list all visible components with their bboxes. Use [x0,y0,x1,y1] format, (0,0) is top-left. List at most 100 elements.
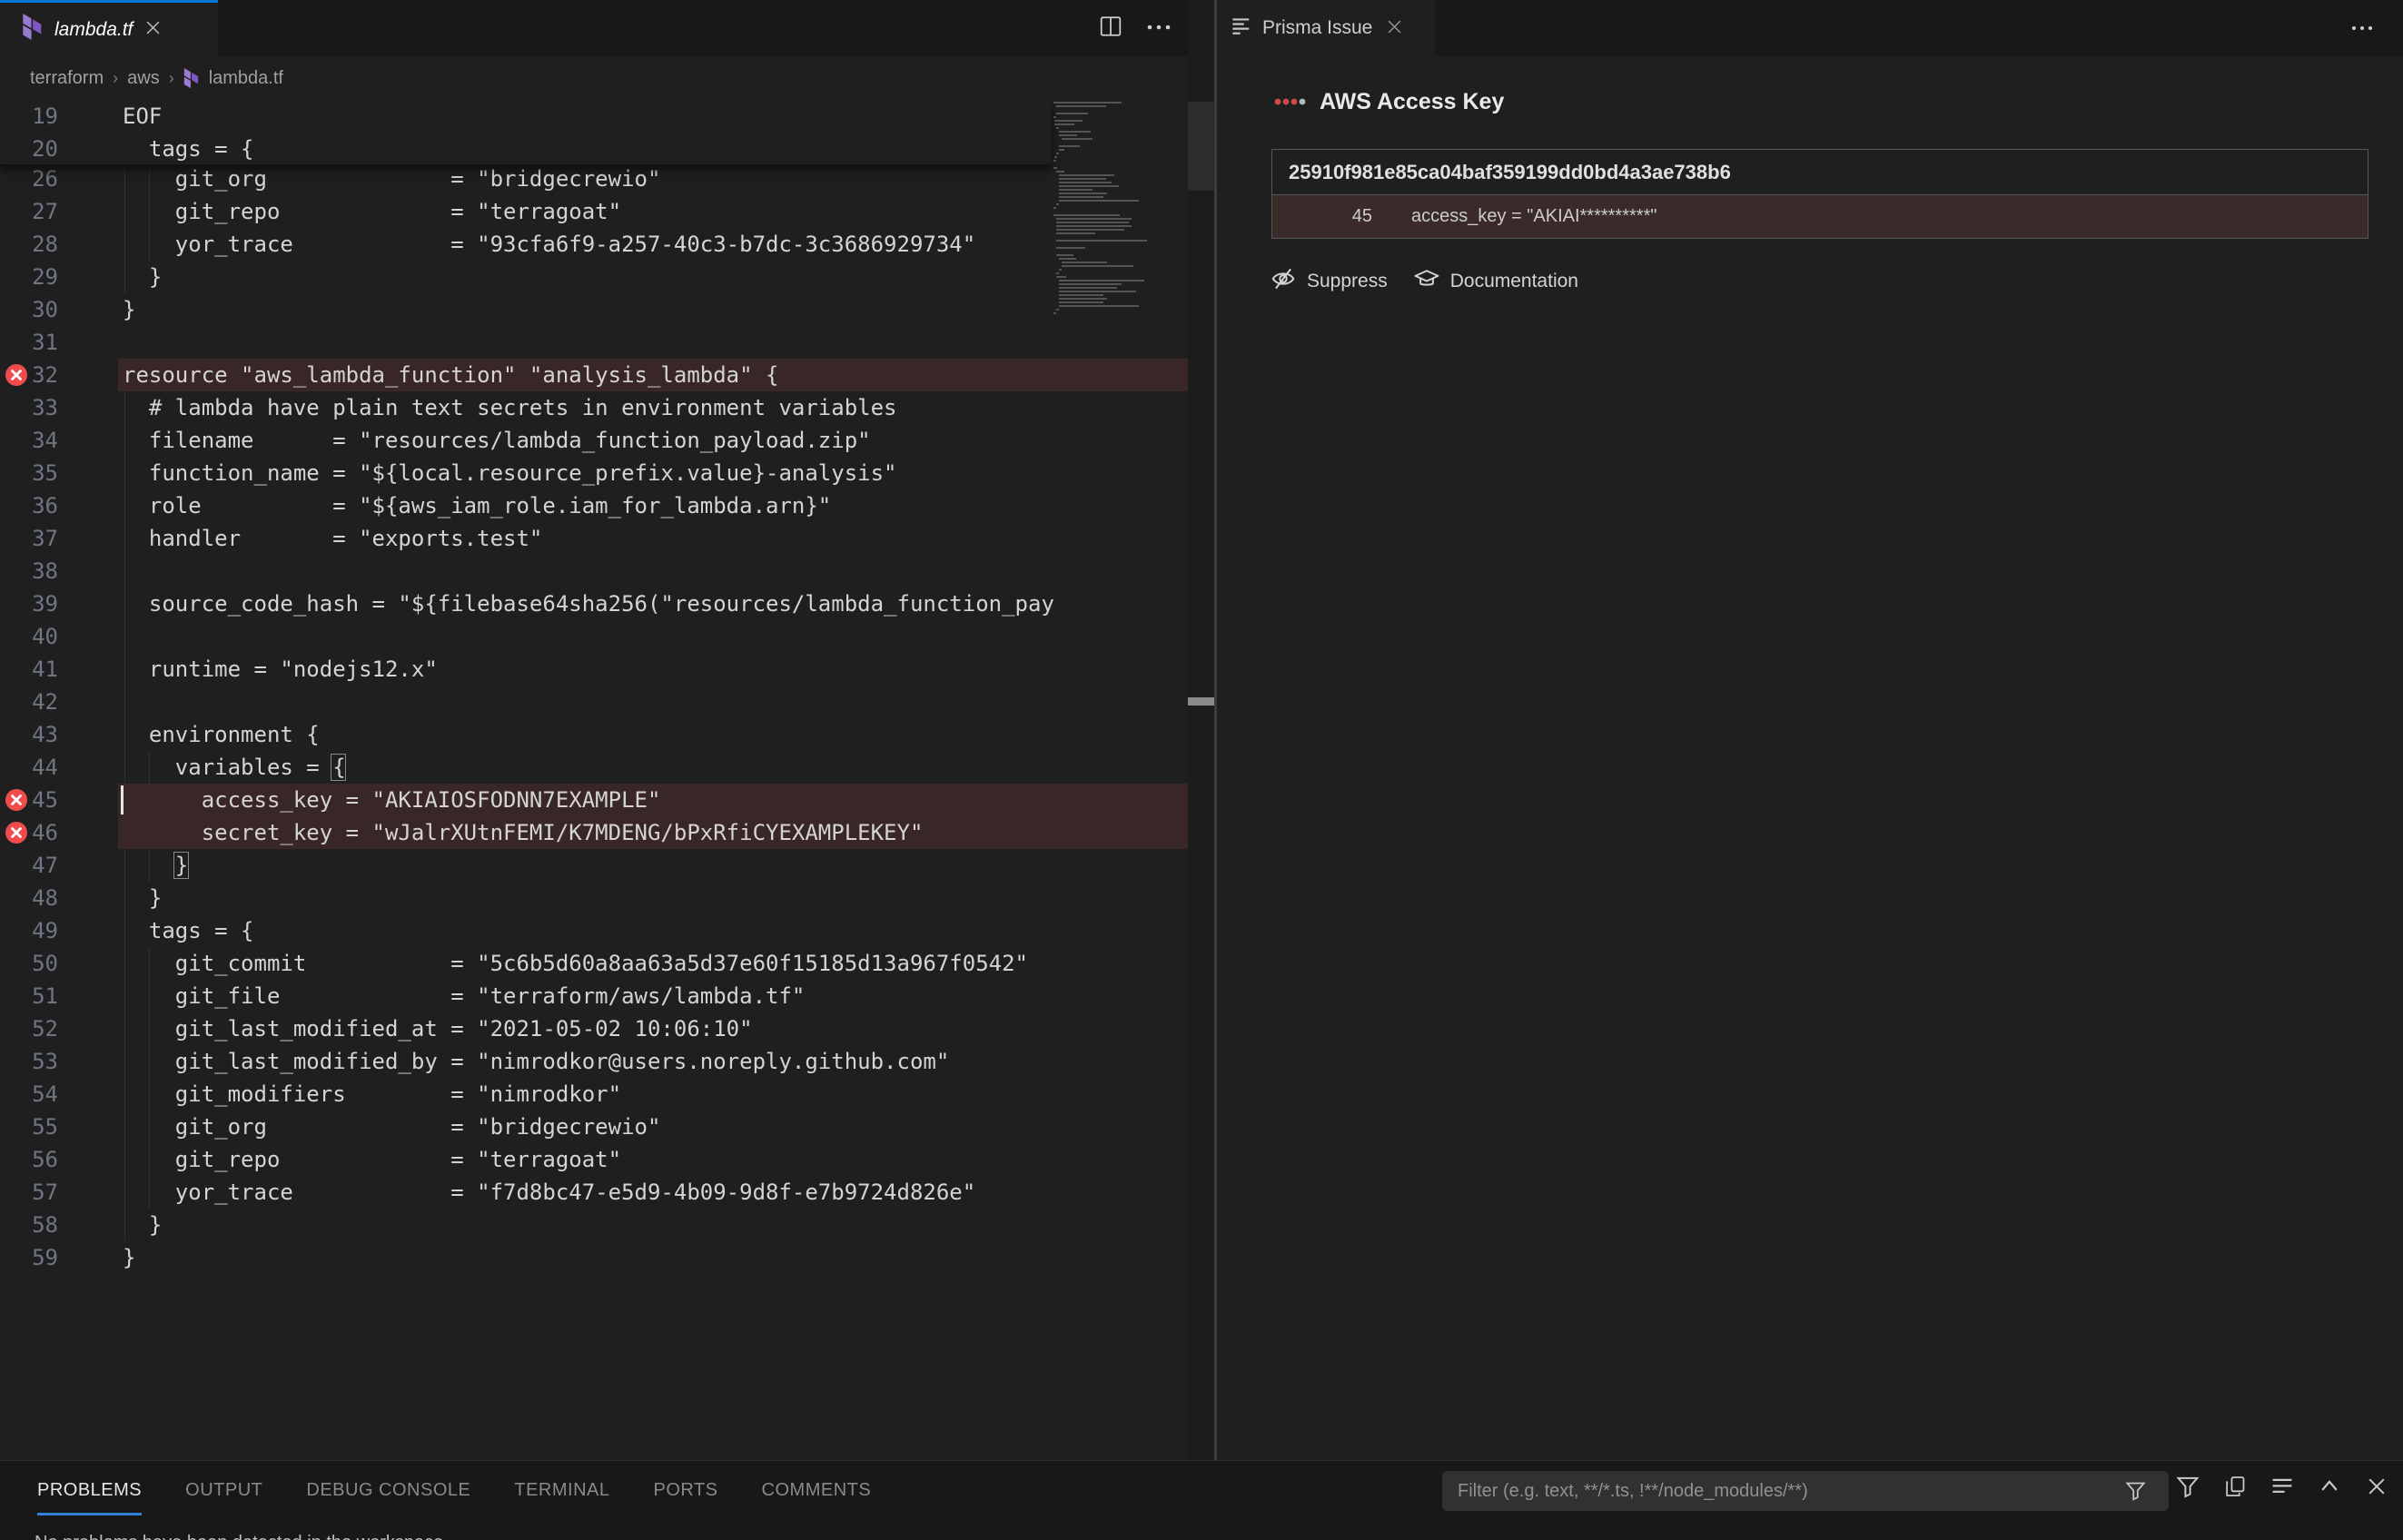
panel-tab-output[interactable]: OUTPUT [185,1466,262,1515]
code-line-30[interactable]: 30} [0,293,1188,326]
code-line-37[interactable]: 37 handler = "exports.test" [0,522,1188,555]
code-line-33[interactable]: 33 # lambda have plain text secrets in e… [0,391,1188,424]
code-line-41[interactable]: 41 runtime = "nodejs12.x" [0,653,1188,686]
scrollbar-slider[interactable] [1188,102,1214,191]
code-text: } [123,882,162,914]
minimap-line [1059,301,1103,303]
code-editor[interactable]: 26 git_org = "bridgecrewio"27 git_repo =… [0,0,1188,1460]
code-line-43[interactable]: 43 environment { [0,718,1188,751]
code-line-40[interactable]: 40 [0,620,1188,653]
minimap-line [1056,272,1059,274]
code-line-57[interactable]: 57 yor_trace = "f7d8bc47-e5d9-4b09-9d8f-… [0,1176,1188,1209]
maximize-panel-icon[interactable] [2318,1475,2341,1503]
sticky-scroll[interactable]: 19EOF20 tags = { [0,100,1051,165]
minimap-line [1056,203,1059,205]
code-line-50[interactable]: 50 git_commit = "5c6b5d60a8aa63a5d37e60f… [0,947,1188,980]
minimap-line [1059,283,1122,285]
code-line-55[interactable]: 55 git_org = "bridgecrewio" [0,1111,1188,1143]
code-line-52[interactable]: 52 git_last_modified_at = "2021-05-02 10… [0,1012,1188,1045]
code-line-29[interactable]: 29 } [0,261,1188,293]
panel-tab-debug-console[interactable]: DEBUG CONSOLE [306,1466,470,1515]
minimap-line [1056,222,1129,223]
minimap-line [1054,120,1082,122]
editor-scrollbar[interactable] [1188,0,1214,1460]
code-line-35[interactable]: 35 function_name = "${local.resource_pre… [0,457,1188,489]
code-line-48[interactable]: 48 } [0,882,1188,914]
panel-tab-terminal[interactable]: TERMINAL [514,1466,609,1515]
minimap-line [1056,232,1096,234]
code-text: access_key = "AKIAIOSFODNN7EXAMPLE" [123,784,660,816]
code-line-32[interactable]: 32resource "aws_lambda_function" "analys… [0,359,1188,391]
code-line-44[interactable]: 44 variables = { [0,751,1188,784]
minimap-line [1059,294,1103,296]
filter-icon[interactable] [2176,1475,2200,1503]
minimap-line [1059,305,1139,307]
code-text: yor_trace = "f7d8bc47-e5d9-4b09-9d8f-e7b… [123,1176,975,1209]
code-line-59[interactable]: 59} [0,1241,1188,1274]
panel-tab-comments[interactable]: COMMENTS [762,1466,872,1515]
minimap-line [1053,160,1056,162]
line-number: 36 [0,489,58,522]
code-line-27[interactable]: 27 git_repo = "terragoat" [0,195,1188,228]
minimap-line [1059,258,1076,260]
code-line-26[interactable]: 26 git_org = "bridgecrewio" [0,163,1188,195]
code-line-38[interactable]: 38 [0,555,1188,587]
line-number: 32 [0,359,58,391]
line-number: 37 [0,522,58,555]
code-line-39[interactable]: 39 source_code_hash = "${filebase64sha25… [0,587,1188,620]
code-line-31[interactable]: 31 [0,326,1188,359]
text-cursor [121,785,124,814]
line-number: 31 [0,326,58,359]
minimap-line [1053,102,1122,104]
panel-tab-ports[interactable]: PORTS [653,1466,717,1515]
minimap-line [1056,218,1132,220]
line-number: 44 [0,751,58,784]
code-line-45[interactable]: 45 access_key = "AKIAIOSFODNN7EXAMPLE" [0,784,1188,816]
code-line-51[interactable]: 51 git_file = "terraform/aws/lambda.tf" [0,980,1188,1012]
code-line-42[interactable]: 42 [0,686,1188,718]
problems-filter-input[interactable] [1442,1471,2169,1511]
tab-prisma-issue[interactable]: Prisma Issue [1217,0,1435,56]
line-number: 46 [0,816,58,849]
code-line-49[interactable]: 49 tags = { [0,914,1188,947]
code-text: git_modifiers = "nimrodkor" [123,1078,621,1111]
code-line-20[interactable]: 20 tags = { [0,133,1051,165]
code-line-46[interactable]: 46 secret_key = "wJalrXUtnFEMI/K7MDENG/b… [0,816,1188,849]
minimap-line [1056,153,1059,154]
code-text: git_org = "bridgecrewio" [123,163,660,195]
line-number: 56 [0,1143,58,1176]
view-as-table-icon[interactable] [2223,1475,2247,1503]
code-text: runtime = "nodejs12.x" [123,653,438,686]
code-line-19[interactable]: 19EOF [0,100,1051,133]
line-number: 33 [0,391,58,424]
documentation-button[interactable]: Documentation [1413,265,1578,297]
code-line-58[interactable]: 58 } [0,1209,1188,1241]
minimap-line [1059,182,1112,183]
code-line-36[interactable]: 36 role = "${aws_iam_role.iam_for_lambda… [0,489,1188,522]
finding-code-row[interactable]: 45 access_key = "AKIAI**********" [1272,195,2368,238]
line-number: 28 [0,228,58,261]
more-actions-icon[interactable] [2350,0,2374,56]
code-line-54[interactable]: 54 git_modifiers = "nimrodkor" [0,1078,1188,1111]
tab-close-icon[interactable] [1387,19,1402,38]
minimap-line [1054,156,1057,158]
filter-funnel-icon[interactable] [2125,1480,2146,1505]
code-line-56[interactable]: 56 git_repo = "terragoat" [0,1143,1188,1176]
code-line-28[interactable]: 28 yor_trace = "93cfa6f9-a257-40c3-b7dc-… [0,228,1188,261]
minimap-line [1059,200,1139,202]
minimap-line [1059,145,1080,147]
code-line-34[interactable]: 34 filename = "resources/lambda_function… [0,424,1188,457]
line-number: 19 [0,100,58,133]
eye-off-icon [1270,265,1297,297]
collapse-all-icon[interactable] [2270,1475,2294,1503]
close-panel-icon[interactable] [2365,1475,2388,1503]
code-text: git_last_modified_at = "2021-05-02 10:06… [123,1012,753,1045]
minimap[interactable] [1053,0,1188,1460]
scrollbar-handle[interactable] [1188,697,1214,706]
code-line-53[interactable]: 53 git_last_modified_by = "nimrodkor@use… [0,1045,1188,1078]
panel-tab-problems[interactable]: PROBLEMS [37,1466,142,1515]
minimap-line [1056,276,1067,278]
minimap-line [1059,196,1103,198]
minimap-line [1059,174,1114,176]
suppress-button[interactable]: Suppress [1270,265,1388,297]
